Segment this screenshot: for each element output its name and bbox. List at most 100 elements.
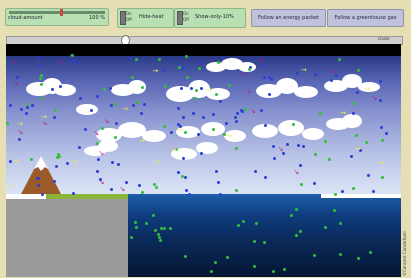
greenhouse-gas-icon: ↘	[257, 56, 264, 64]
water-vapor-molecule	[134, 57, 138, 61]
greenhouse-gas-icon: ↘	[98, 148, 105, 157]
water-vapor-molecule	[351, 186, 355, 190]
ocean-molecule	[135, 225, 139, 229]
greenhouse-gas-icon: ↘	[17, 128, 24, 137]
greenhouse-gas-icon: ↘	[241, 70, 248, 79]
toggle-label: Hide-heat	[139, 14, 164, 20]
co2-molecule	[37, 183, 41, 187]
greenhouse-gas-icon: ↘	[119, 184, 126, 193]
water-vapor-molecule	[29, 157, 33, 161]
water-vapor-molecule	[291, 122, 295, 126]
co2-molecule	[128, 57, 132, 61]
co2-molecule	[262, 75, 266, 79]
co2-molecule	[216, 180, 220, 184]
co2-molecule	[84, 127, 88, 131]
co2-molecule	[235, 119, 239, 123]
co2-molecule	[263, 175, 267, 179]
slider-value: 100 %	[89, 15, 105, 21]
co2-molecule	[211, 113, 215, 117]
switch-off-label: Off	[126, 17, 132, 22]
co2-molecule	[351, 112, 355, 116]
ocean-molecule	[162, 226, 166, 230]
co2-molecule	[52, 179, 56, 183]
ocean-molecule	[312, 253, 316, 257]
energy-packet-icon: →	[153, 157, 160, 166]
ocean-molecule	[298, 229, 302, 233]
co2-molecule	[77, 146, 81, 150]
switch-off-label: Off	[183, 17, 189, 22]
follow-energy-packet-button[interactable]: Follow an energy packet	[251, 9, 326, 27]
energy-packet-icon: →	[71, 158, 78, 167]
co2-molecule	[40, 192, 44, 196]
water-vapor-molecule	[211, 127, 215, 131]
ocean-molecule	[271, 270, 275, 274]
water-vapor-molecule	[113, 135, 117, 139]
greenhouse-gas-icon: ↘	[98, 178, 105, 187]
ocean-molecule	[332, 208, 336, 212]
co2-molecule	[298, 163, 302, 167]
switch-onoff-label: On Off	[126, 11, 132, 23]
co2-molecule	[235, 111, 239, 115]
energy-packet-icon: →	[300, 65, 307, 74]
energy-packet-icon: →	[122, 105, 128, 114]
cloud	[302, 128, 324, 140]
ocean-molecule	[130, 235, 133, 239]
co2-molecule	[179, 86, 183, 90]
ocean-molecule	[254, 221, 258, 225]
ocean-molecule	[151, 214, 155, 218]
slider-label: cloud-amount	[8, 15, 43, 21]
ocean-molecule	[157, 235, 161, 239]
co2-molecule	[181, 115, 185, 119]
greenhouse-gas-icon: ↘	[12, 78, 19, 87]
co2-molecule	[37, 56, 41, 60]
co2-molecule	[188, 192, 192, 196]
slider-handle[interactable]	[60, 9, 64, 16]
co2-molecule	[340, 189, 344, 193]
cloud-amount-slider[interactable]: cloud-amount 100 %	[5, 8, 109, 26]
co2-molecule	[197, 132, 201, 136]
energy-packet-icon: →	[206, 86, 212, 95]
co2-molecule	[181, 66, 185, 70]
co2-molecule	[26, 105, 30, 109]
hide-heat-toggle[interactable]: On Off Hide-heat	[117, 8, 174, 28]
co2-molecule	[169, 131, 173, 135]
greenhouse-gas-icon: ↘	[245, 87, 252, 96]
greenhouse-gas-icon: ↘	[93, 128, 100, 137]
slider-track[interactable]	[9, 11, 105, 14]
co2-molecule	[224, 122, 228, 126]
co2-molecule	[38, 63, 42, 67]
simulation-world[interactable]: → → → → → → → → → → → → → → → → → → ↘ ↘ ↘ ↘ ↘ ↘ ↘ ↘ ↘ ↘ ↘ ↘ ↘ ↘ ↘ ↘ ↘ ↘	[6, 44, 401, 277]
water-vapor-molecule	[243, 107, 247, 111]
water-vapor-molecule	[364, 140, 368, 144]
ocean-molecule	[339, 252, 343, 256]
energy-packet-icon: →	[354, 144, 361, 153]
greenhouse-gas-icon: ↘	[249, 106, 256, 115]
co2-molecule	[253, 170, 257, 174]
energy-packet-icon: →	[7, 182, 14, 191]
energy-packet-icon: →	[377, 158, 384, 167]
ocean-molecule	[289, 214, 293, 218]
snow-cap	[6, 194, 46, 199]
water-vapor-molecule	[184, 54, 188, 58]
follow-greenhouse-gas-button[interactable]: Follow a greenhouse gas	[327, 9, 404, 27]
water-vapor-molecule	[39, 76, 43, 80]
cloud	[76, 104, 98, 115]
co2-molecule	[218, 192, 222, 196]
energy-packet-icon: →	[138, 136, 145, 145]
ice-shelf	[321, 194, 401, 198]
show-only-10-toggle[interactable]: On Off Show-only-10%	[174, 8, 246, 28]
water-vapor-molecule	[323, 139, 327, 143]
co2-molecule	[17, 138, 21, 142]
water-vapor-molecule	[357, 68, 361, 72]
co2-molecule	[96, 157, 100, 161]
greenhouse-gas-icon: ↘	[11, 58, 18, 67]
greenhouse-gas-icon: ↘	[277, 145, 284, 154]
co2-molecule	[54, 165, 58, 169]
water-vapor-molecule	[95, 141, 99, 145]
ocean-molecule	[368, 251, 372, 255]
co2-molecule	[95, 170, 99, 174]
co2-molecule	[78, 96, 82, 100]
co2-molecule	[329, 78, 333, 82]
ground	[6, 196, 128, 277]
ocean-molecule	[213, 261, 217, 265]
